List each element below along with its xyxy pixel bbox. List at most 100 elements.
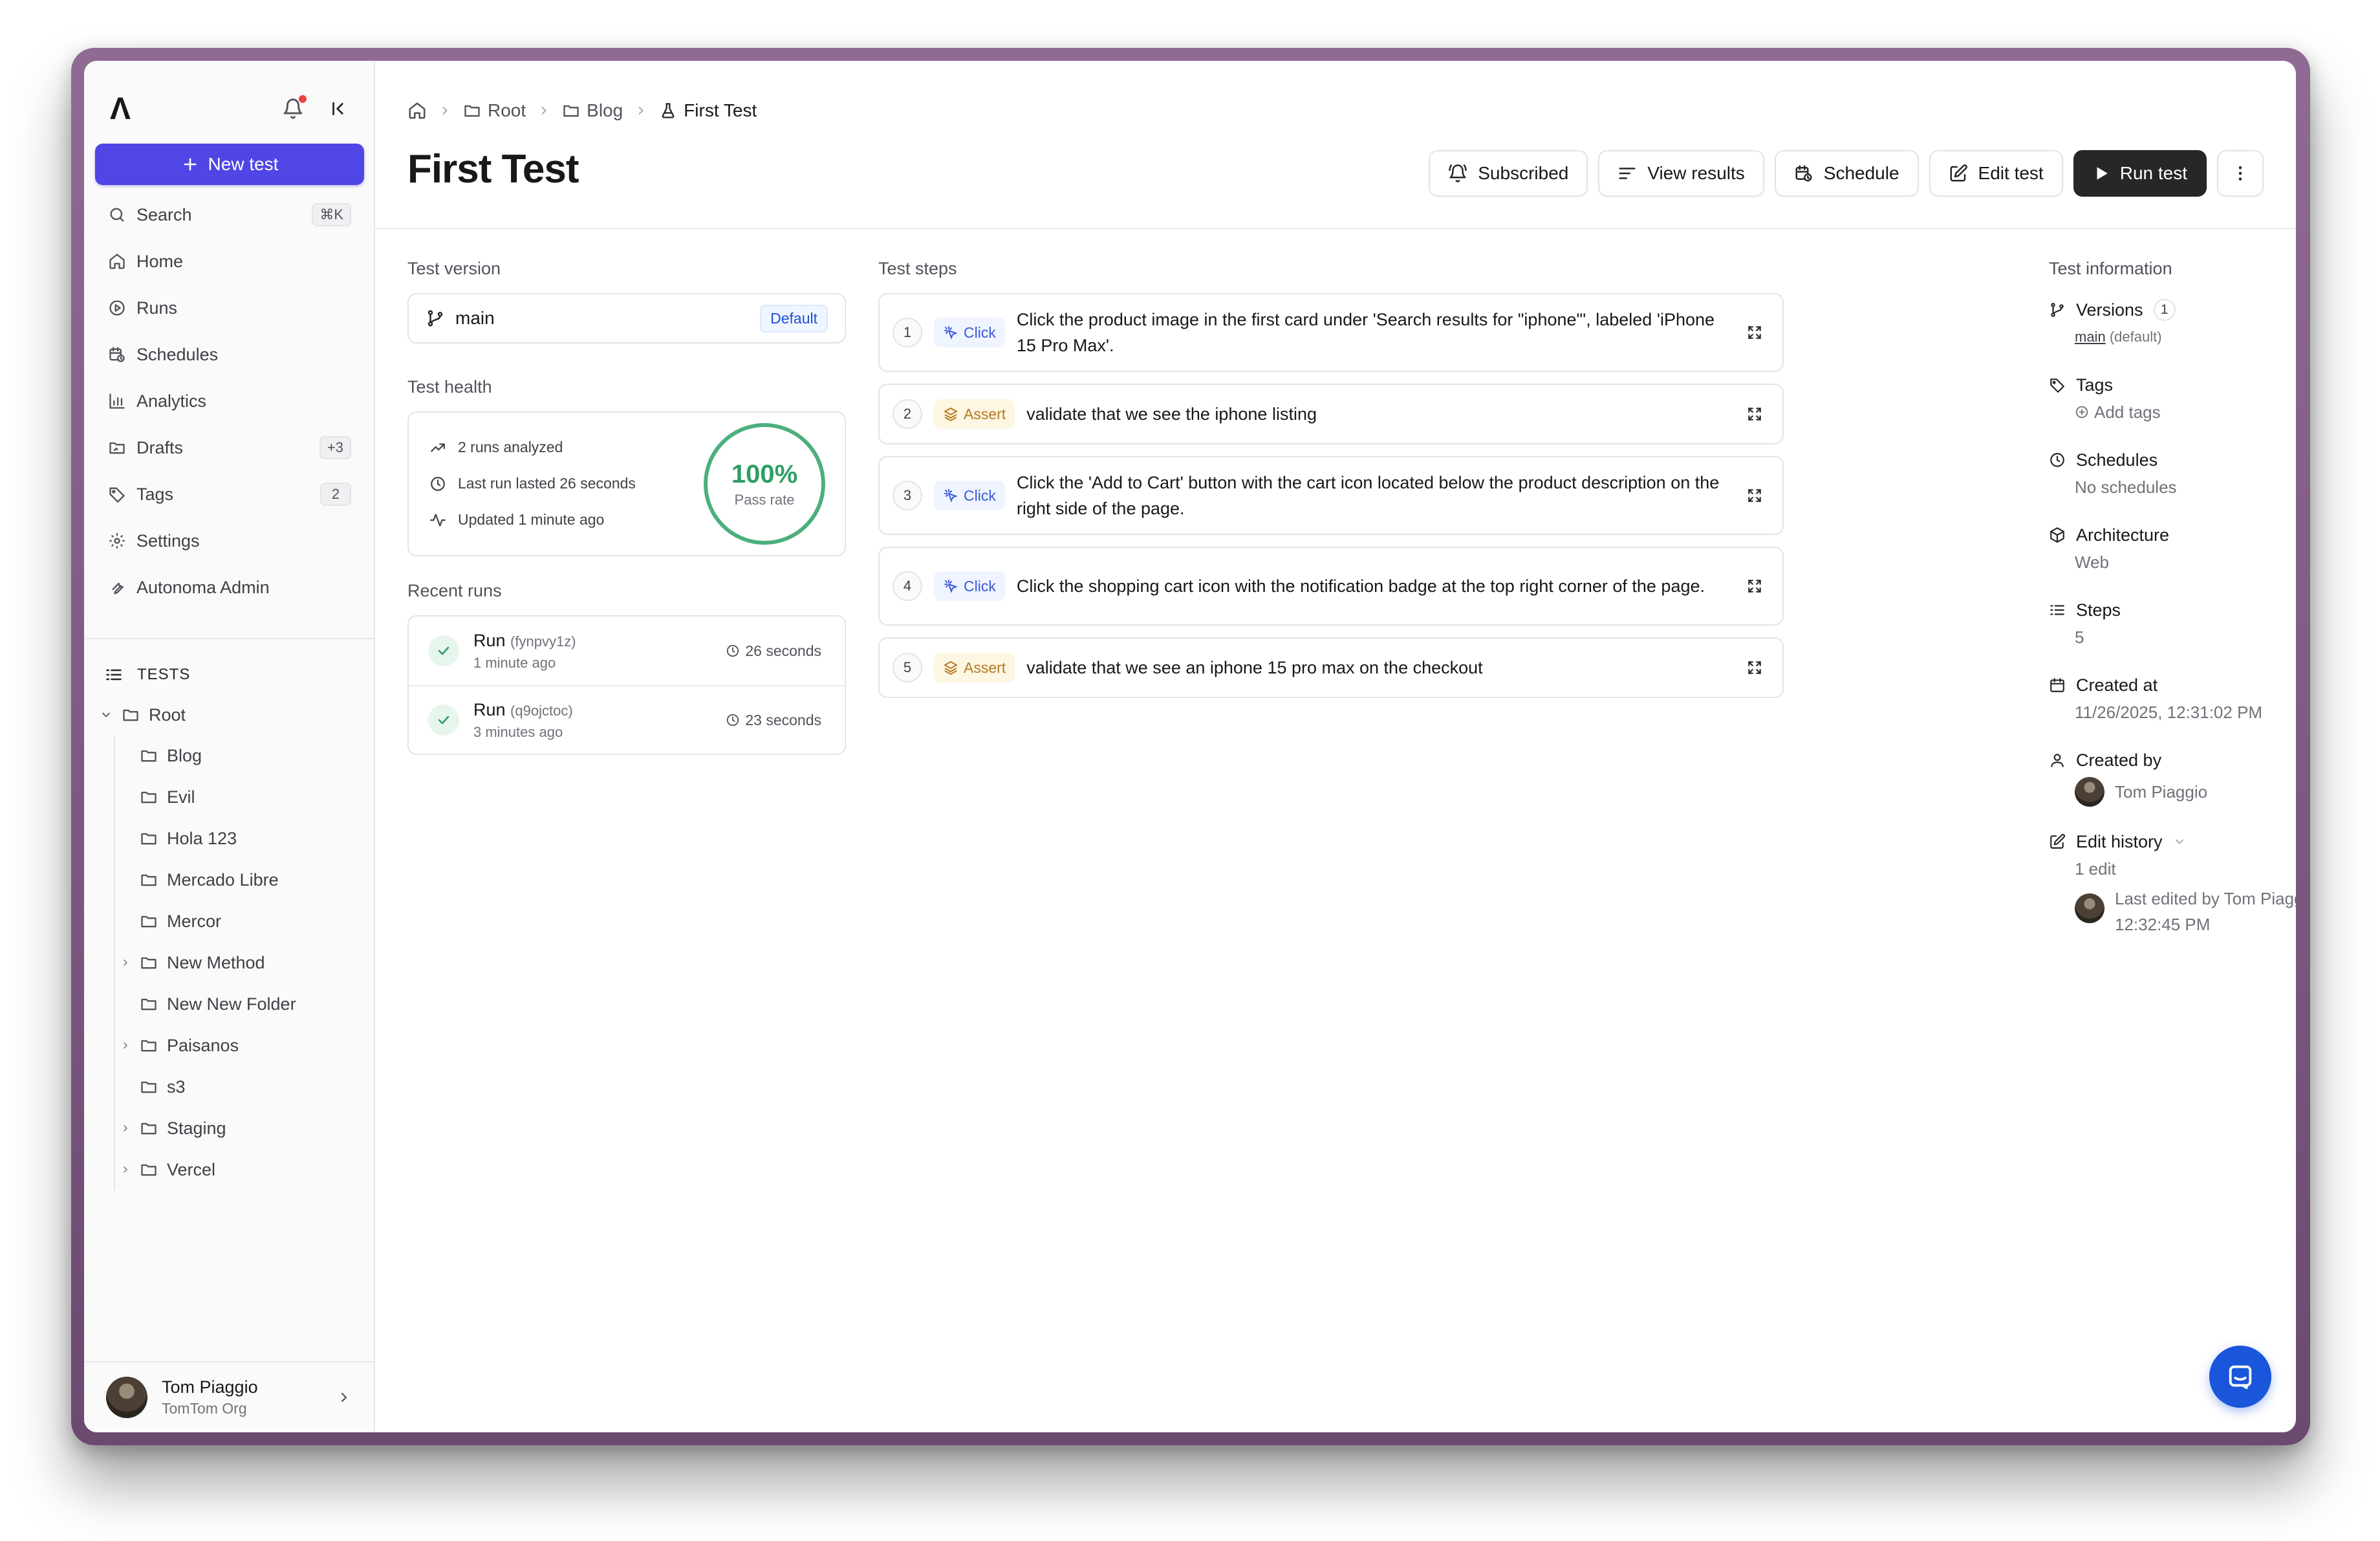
created-by-label: Created by [2076, 750, 2162, 770]
step-type-badge: Click [934, 571, 1005, 601]
view-results-label: View results [1647, 163, 1745, 183]
step-description: Click the 'Add to Cart' button with the … [1016, 473, 1720, 518]
tree-folder-s3[interactable]: s3 [120, 1066, 362, 1108]
sidebar-item-autonoma-admin[interactable]: Autonoma Admin [95, 564, 364, 611]
breadcrumb-home-icon[interactable] [407, 101, 427, 120]
pass-rate-ring: 100% Pass rate [704, 423, 825, 545]
test-step-3[interactable]: 3 Click Click the 'Add to Cart' button w… [878, 456, 1784, 535]
expand-icon[interactable] [1746, 659, 1763, 676]
edit-test-button[interactable]: Edit test [1929, 150, 2063, 197]
notifications-bell-icon[interactable] [282, 95, 307, 120]
step-number: 4 [892, 571, 922, 601]
sidebar-item-label: Drafts [136, 437, 184, 457]
test-step-4[interactable]: 4 Click Click the shopping cart icon wit… [878, 547, 1784, 626]
run-id: (fynpvy1z) [510, 633, 576, 650]
chevron-right-icon[interactable] [120, 1164, 131, 1175]
list-icon [105, 666, 123, 684]
expand-icon[interactable] [1746, 406, 1763, 422]
breadcrumb-folder-label: Blog [587, 100, 623, 120]
sidebar-item-schedules[interactable]: Schedules [95, 331, 364, 378]
sidebar-search[interactable]: Search ⌘K [95, 191, 364, 238]
sidebar-item-analytics[interactable]: Analytics [95, 378, 364, 424]
tree-folder-mercor[interactable]: Mercor [120, 901, 362, 942]
tree-folder-vercel[interactable]: Vercel [120, 1149, 362, 1190]
expand-icon[interactable] [1746, 578, 1763, 595]
tests-section-header: TESTS [105, 659, 190, 691]
test-version-selector[interactable]: main Default [407, 293, 846, 344]
branch-name: main [455, 308, 495, 328]
play-icon [2093, 165, 2110, 182]
tree-root-folder[interactable]: Root [97, 695, 362, 735]
tree-folder-mercado-libre[interactable]: Mercado Libre [120, 859, 362, 901]
success-check-icon [428, 635, 459, 666]
test-step-2[interactable]: 2 Assert validate that we see the iphone… [878, 384, 1784, 444]
breadcrumb-root[interactable]: Root [463, 100, 526, 121]
run-ago: 1 minute ago [473, 654, 556, 671]
breadcrumb-blog[interactable]: Blog [562, 100, 623, 121]
folder-icon [140, 1078, 158, 1096]
add-tags-button[interactable]: Add tags [2049, 399, 2296, 425]
folder-icon [140, 995, 158, 1013]
info-created-by: Created by Tom Piaggio [2049, 746, 2296, 807]
sparkle-click-icon [943, 325, 958, 340]
tree-folder-label: Mercado Libre [167, 869, 279, 890]
chevron-right-icon[interactable] [120, 1040, 131, 1051]
versions-label: Versions [2076, 300, 2143, 320]
chevron-right-icon[interactable] [120, 957, 131, 968]
sidebar-item-settings[interactable]: Settings [95, 518, 364, 564]
subscribed-button[interactable]: Subscribed [1429, 150, 1588, 197]
run-test-button[interactable]: Run test [2073, 150, 2207, 197]
last-run-row: Last run lasted 26 seconds [429, 475, 636, 492]
edit-history-label: Edit history [2076, 831, 2163, 851]
tree-folder-label: Paisanos [167, 1035, 239, 1055]
recent-run-item[interactable]: Run (q9ojctoc) 3 minutes ago 23 seconds [409, 685, 845, 754]
main-content: Root Blog First Test First Test Subscrib… [375, 61, 2296, 1432]
sidebar-divider [84, 638, 374, 639]
tags-count-badge: 2 [320, 483, 351, 506]
chat-support-button[interactable] [2209, 1346, 2271, 1408]
expand-icon[interactable] [1746, 324, 1763, 341]
tree-folder-label: Hola 123 [167, 828, 237, 848]
sidebar-item-home[interactable]: Home [95, 238, 364, 285]
clock-icon [726, 644, 740, 658]
chevron-down-icon[interactable] [100, 708, 113, 721]
sidebar-item-tags[interactable]: Tags 2 [95, 471, 364, 518]
plus-circle-icon [2075, 405, 2089, 419]
more-options-button[interactable] [2217, 150, 2264, 197]
test-step-1[interactable]: 1 Click Click the product image in the f… [878, 293, 1784, 372]
breadcrumb-root-label: Root [488, 100, 526, 120]
collapse-sidebar-icon[interactable] [329, 99, 348, 118]
new-test-button[interactable]: New test [95, 144, 364, 185]
tree-folder-new-new-folder[interactable]: New New Folder [120, 983, 362, 1025]
tree-folder-blog[interactable]: Blog [120, 735, 362, 776]
chevron-right-icon[interactable] [120, 1122, 131, 1134]
tree-folder-hola-123[interactable]: Hola 123 [120, 818, 362, 859]
sidebar-item-drafts[interactable]: Drafts +3 [95, 424, 364, 471]
chevron-down-icon [2173, 835, 2186, 848]
layers-icon [943, 660, 958, 675]
step-type-label: Assert [964, 659, 1006, 676]
schedule-button[interactable]: Schedule [1774, 150, 1919, 197]
user-menu[interactable]: Tom Piaggio TomTom Org [84, 1361, 374, 1432]
chat-icon [2225, 1362, 2255, 1392]
sparkle-click-icon [943, 578, 958, 594]
home-icon [108, 252, 126, 270]
expand-icon[interactable] [1746, 487, 1763, 504]
user-name: Tom Piaggio [162, 1377, 258, 1397]
header-divider [375, 228, 2296, 229]
app-logo[interactable]: Λ [110, 91, 131, 127]
test-step-5[interactable]: 5 Assert validate that we see an iphone … [878, 637, 1784, 698]
tree-folder-new-method[interactable]: New Method [120, 942, 362, 983]
edit-history-toggle[interactable]: Edit history [2049, 827, 2296, 856]
sidebar-item-runs[interactable]: Runs [95, 285, 364, 331]
view-results-button[interactable]: View results [1598, 150, 1764, 197]
tree-folder-evil[interactable]: Evil [120, 776, 362, 818]
tree-folder-paisanos[interactable]: Paisanos [120, 1025, 362, 1066]
sidebar: Λ New test Search ⌘K Home Runs Schedules… [84, 61, 375, 1432]
test-overview-column: Test version main Default Test health 2 … [407, 259, 846, 755]
page-title: First Test [407, 147, 579, 191]
recent-run-item[interactable]: Run (fynpvy1z) 1 minute ago 26 seconds [409, 617, 845, 685]
version-branch-link[interactable]: main [2075, 329, 2106, 345]
step-type-badge: Click [934, 481, 1005, 510]
tree-folder-staging[interactable]: Staging [120, 1108, 362, 1149]
